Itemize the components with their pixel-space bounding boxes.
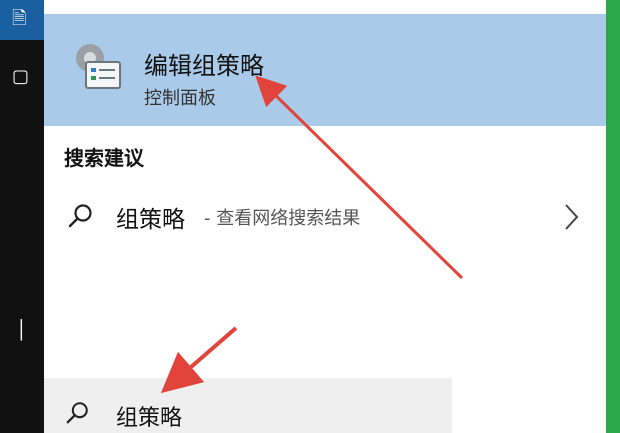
rail-icon-power[interactable]: │ <box>16 320 27 341</box>
search-icon <box>68 204 92 228</box>
rail-icon-top[interactable]: 🗎 <box>12 6 26 36</box>
search-bar-area: 组策略 <box>44 326 606 433</box>
suggestion-item[interactable]: 组策略 - 查看网络搜索结果 <box>44 182 606 252</box>
suggestion-term: 组策略 <box>116 207 185 233</box>
search-results-panel: 编辑组策略 控制面板 搜索建议 组策略 - 查看网络搜索结果 组策略 <box>44 0 606 433</box>
search-query-text: 组策略 <box>116 406 183 431</box>
search-input[interactable]: 组策略 <box>44 378 452 433</box>
search-suggestions-heading: 搜索建议 <box>64 146 144 170</box>
rail-icon-documents[interactable]: ▢ <box>12 66 29 87</box>
search-icon <box>66 402 88 424</box>
best-match-result[interactable]: 编辑组策略 控制面板 <box>44 14 606 126</box>
chevron-right-icon[interactable] <box>562 202 580 232</box>
desktop-edge <box>606 0 620 433</box>
best-match-title: 编辑组策略 <box>144 52 264 80</box>
start-menu-left-rail: 🗎 ▢ │ <box>0 0 44 433</box>
screenshot-frame: 🗎 ▢ │ 编辑组策略 控制面板 搜索建议 组策略 - 查看网络搜索结果 组策略 <box>0 0 620 433</box>
group-policy-gear-icon <box>76 44 121 89</box>
suggestion-description: - 查看网络搜索结果 <box>204 208 361 229</box>
best-match-subtitle: 控制面板 <box>144 88 216 109</box>
